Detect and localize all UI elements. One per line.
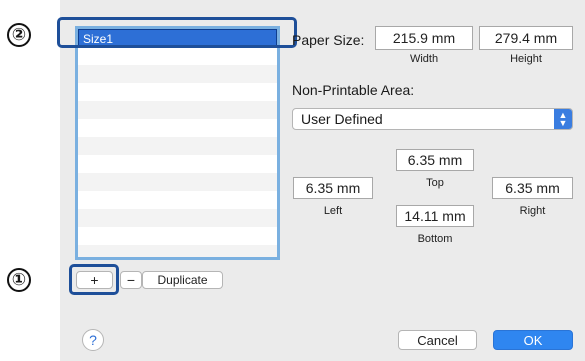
updown-chevron-icon: ▲ ▼ xyxy=(554,109,572,129)
paper-width-field[interactable]: 215.9 mm xyxy=(375,26,473,50)
list-empty-row xyxy=(78,83,277,101)
margin-bottom-field[interactable]: 14.11 mm xyxy=(396,205,474,227)
list-empty-row xyxy=(78,65,277,83)
right-caption: Right xyxy=(519,205,546,217)
margin-left-field[interactable]: 6.35 mm xyxy=(293,177,373,199)
height-caption: Height xyxy=(510,53,542,65)
width-caption: Width xyxy=(409,53,439,65)
ok-button[interactable]: OK xyxy=(493,330,573,350)
duplicate-button[interactable]: Duplicate xyxy=(142,271,223,289)
list-empty-row xyxy=(78,245,277,257)
list-empty-row xyxy=(78,119,277,137)
list-empty-row xyxy=(78,155,277,173)
list-empty-row xyxy=(78,191,277,209)
cancel-button[interactable]: Cancel xyxy=(398,330,477,350)
margin-right-field[interactable]: 6.35 mm xyxy=(492,177,573,199)
selected-item-callout-frame xyxy=(57,17,297,48)
remove-size-button[interactable]: − xyxy=(120,271,142,289)
list-empty-row xyxy=(78,209,277,227)
list-empty-row xyxy=(78,227,277,245)
margin-top-field[interactable]: 6.35 mm xyxy=(396,149,474,171)
list-empty-row xyxy=(78,101,277,119)
non-printable-area-label: Non-Printable Area: xyxy=(292,82,415,98)
paper-size-list[interactable]: Size1 xyxy=(75,26,280,260)
non-printable-area-select[interactable]: User Defined ▲ ▼ xyxy=(292,108,573,130)
paper-size-label: Paper Size: xyxy=(292,32,365,48)
list-empty-row xyxy=(78,173,277,191)
paper-height-field[interactable]: 279.4 mm xyxy=(479,26,573,50)
add-button-callout-frame xyxy=(69,264,119,295)
list-empty-row xyxy=(78,47,277,65)
top-caption: Top xyxy=(426,177,444,189)
callout-two: ② xyxy=(7,23,31,47)
list-empty-row xyxy=(78,137,277,155)
callout-one: ① xyxy=(7,268,31,292)
left-caption: Left xyxy=(323,205,343,217)
help-icon[interactable]: ? xyxy=(82,329,104,351)
non-printable-area-value: User Defined xyxy=(301,111,383,127)
bottom-caption: Bottom xyxy=(417,233,453,245)
